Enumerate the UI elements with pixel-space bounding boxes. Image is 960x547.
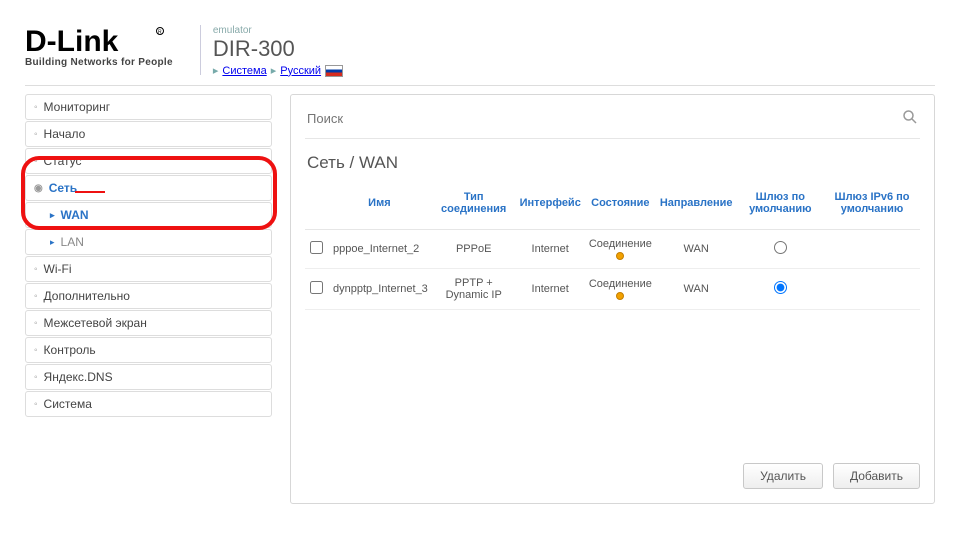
sidebar-item-4[interactable]: ◦ Wi-Fi [25, 256, 272, 282]
sidebar-item-0[interactable]: ◦ Мониторинг [25, 94, 272, 120]
col-iface[interactable]: Интерфейс [516, 185, 585, 230]
expand-closed-icon: ◦ [34, 345, 38, 356]
crumb-language[interactable]: Русский [280, 65, 321, 77]
brand-tagline: Building Networks for People [25, 57, 173, 68]
cell-type: PPPoE [432, 230, 516, 269]
cell-gw [737, 230, 825, 269]
wan-table: Имя Тип соединения Интерфейс Состояние Н… [305, 185, 920, 310]
gw-radio[interactable] [774, 241, 787, 254]
expand-open-icon: ◉ [34, 183, 43, 194]
expand-closed-icon: ◦ [34, 102, 38, 113]
cell-gw6 [824, 269, 920, 310]
sidebar-item-2[interactable]: ◦ Статус [25, 148, 272, 174]
table-row[interactable]: pppoe_Internet_2PPPoEInternet Соединение W… [305, 230, 920, 269]
sidebar-item-7[interactable]: ◦ Контроль [25, 337, 272, 363]
cell-state: Соединение [585, 269, 656, 310]
sidebar-item-label: Дополнительно [44, 289, 130, 303]
sidebar-subitem-label: WAN [61, 208, 89, 222]
cell-name: pppoe_Internet_2 [327, 230, 432, 269]
page-title: Сеть / WAN [307, 153, 920, 173]
expand-closed-icon: ◦ [34, 129, 38, 140]
row-checkbox[interactable] [310, 281, 323, 294]
sidebar-item-9[interactable]: ◦ Система [25, 391, 272, 417]
sidebar-item-label: Межсетевой экран [44, 316, 147, 330]
cell-name: dynpptp_Internet_3 [327, 269, 432, 310]
col-gw[interactable]: Шлюз по умолчанию [737, 185, 825, 230]
svg-text:D-Link: D-Link [25, 25, 119, 58]
cell-iface: Internet [516, 230, 585, 269]
sidebar-item-label: Система [44, 397, 92, 411]
sidebar-item-label: Мониторинг [44, 100, 111, 114]
state-text: Соединение [589, 278, 652, 290]
crumb-system[interactable]: Система [222, 65, 266, 77]
sidebar-item-label: Статус [44, 154, 82, 168]
search-icon[interactable] [902, 109, 918, 128]
sidebar-subitem-wan[interactable]: ▸ WAN [25, 202, 272, 228]
expand-closed-icon: ◦ [34, 372, 38, 383]
sidebar-item-5[interactable]: ◦ Дополнительно [25, 283, 272, 309]
sidebar-item-label: Сеть [49, 181, 77, 195]
col-checkbox [305, 185, 327, 230]
cell-direction: WAN [656, 269, 737, 310]
sidebar-item-label: Начало [44, 127, 86, 141]
sidebar-item-label: Wi-Fi [44, 262, 72, 276]
header: D-Link R Building Networks for People em… [25, 25, 935, 86]
cell-state: Соединение [585, 230, 656, 269]
brand-logo: D-Link R Building Networks for People [25, 25, 173, 68]
header-separator [200, 25, 201, 75]
status-dot-icon [616, 292, 624, 300]
gw-radio[interactable] [774, 281, 787, 294]
col-gw6[interactable]: Шлюз IPv6 по умолчанию [824, 185, 920, 230]
add-button[interactable]: Добавить [833, 463, 920, 489]
chevron-icon: ▸ [271, 64, 277, 77]
svg-text:R: R [158, 30, 162, 36]
row-checkbox[interactable] [310, 241, 323, 254]
expand-closed-icon: ◦ [34, 156, 38, 167]
cell-type: PPTP + Dynamic IP [432, 269, 516, 310]
expand-closed-icon: ◦ [34, 399, 38, 410]
status-dot-icon [616, 252, 624, 260]
sidebar-item-1[interactable]: ◦ Начало [25, 121, 272, 147]
chevron-right-icon: ▸ [50, 210, 55, 221]
footer-buttons: Удалить Добавить [305, 449, 920, 489]
delete-button[interactable]: Удалить [743, 463, 823, 489]
expand-closed-icon: ◦ [34, 318, 38, 329]
sidebar-item-8[interactable]: ◦ Яндекс.DNS [25, 364, 272, 390]
sidebar-item-6[interactable]: ◦ Межсетевой экран [25, 310, 272, 336]
breadcrumb: ▸ Система ▸ Русский [213, 64, 343, 77]
sidebar-subitem-label: LAN [61, 235, 84, 249]
col-type[interactable]: Тип соединения [432, 185, 516, 230]
table-row[interactable]: dynpptp_Internet_3PPTP + Dynamic IPInter… [305, 269, 920, 310]
chevron-icon: ▸ [213, 64, 219, 77]
content-panel: Сеть / WAN Имя Тип соединения Интерфейс … [290, 94, 935, 504]
emulator-label: emulator [213, 25, 343, 36]
state-text: Соединение [589, 238, 652, 250]
flag-ru-icon [325, 65, 343, 77]
cell-gw [737, 269, 825, 310]
sidebar-item-label: Контроль [44, 343, 96, 357]
expand-closed-icon: ◦ [34, 264, 38, 275]
col-direction[interactable]: Направление [656, 185, 737, 230]
sidebar: ◦ Мониторинг ◦ Начало ◦ Статус ◉ Сеть ▸ WAN ▸ LAN ◦ W… [25, 94, 272, 418]
cell-iface: Internet [516, 269, 585, 310]
model-name: DIR-300 [213, 36, 343, 62]
search-input[interactable] [307, 111, 902, 126]
chevron-right-icon: ▸ [50, 237, 55, 248]
search-row [305, 105, 920, 139]
sidebar-item-3[interactable]: ◉ Сеть [25, 175, 272, 201]
sidebar-item-label: Яндекс.DNS [44, 370, 113, 384]
cell-gw6 [824, 230, 920, 269]
cell-direction: WAN [656, 230, 737, 269]
expand-closed-icon: ◦ [34, 291, 38, 302]
header-info: emulator DIR-300 ▸ Система ▸ Русский [213, 25, 343, 77]
col-name[interactable]: Имя [327, 185, 432, 230]
col-state[interactable]: Состояние [585, 185, 656, 230]
sidebar-subitem-lan[interactable]: ▸ LAN [25, 229, 272, 255]
